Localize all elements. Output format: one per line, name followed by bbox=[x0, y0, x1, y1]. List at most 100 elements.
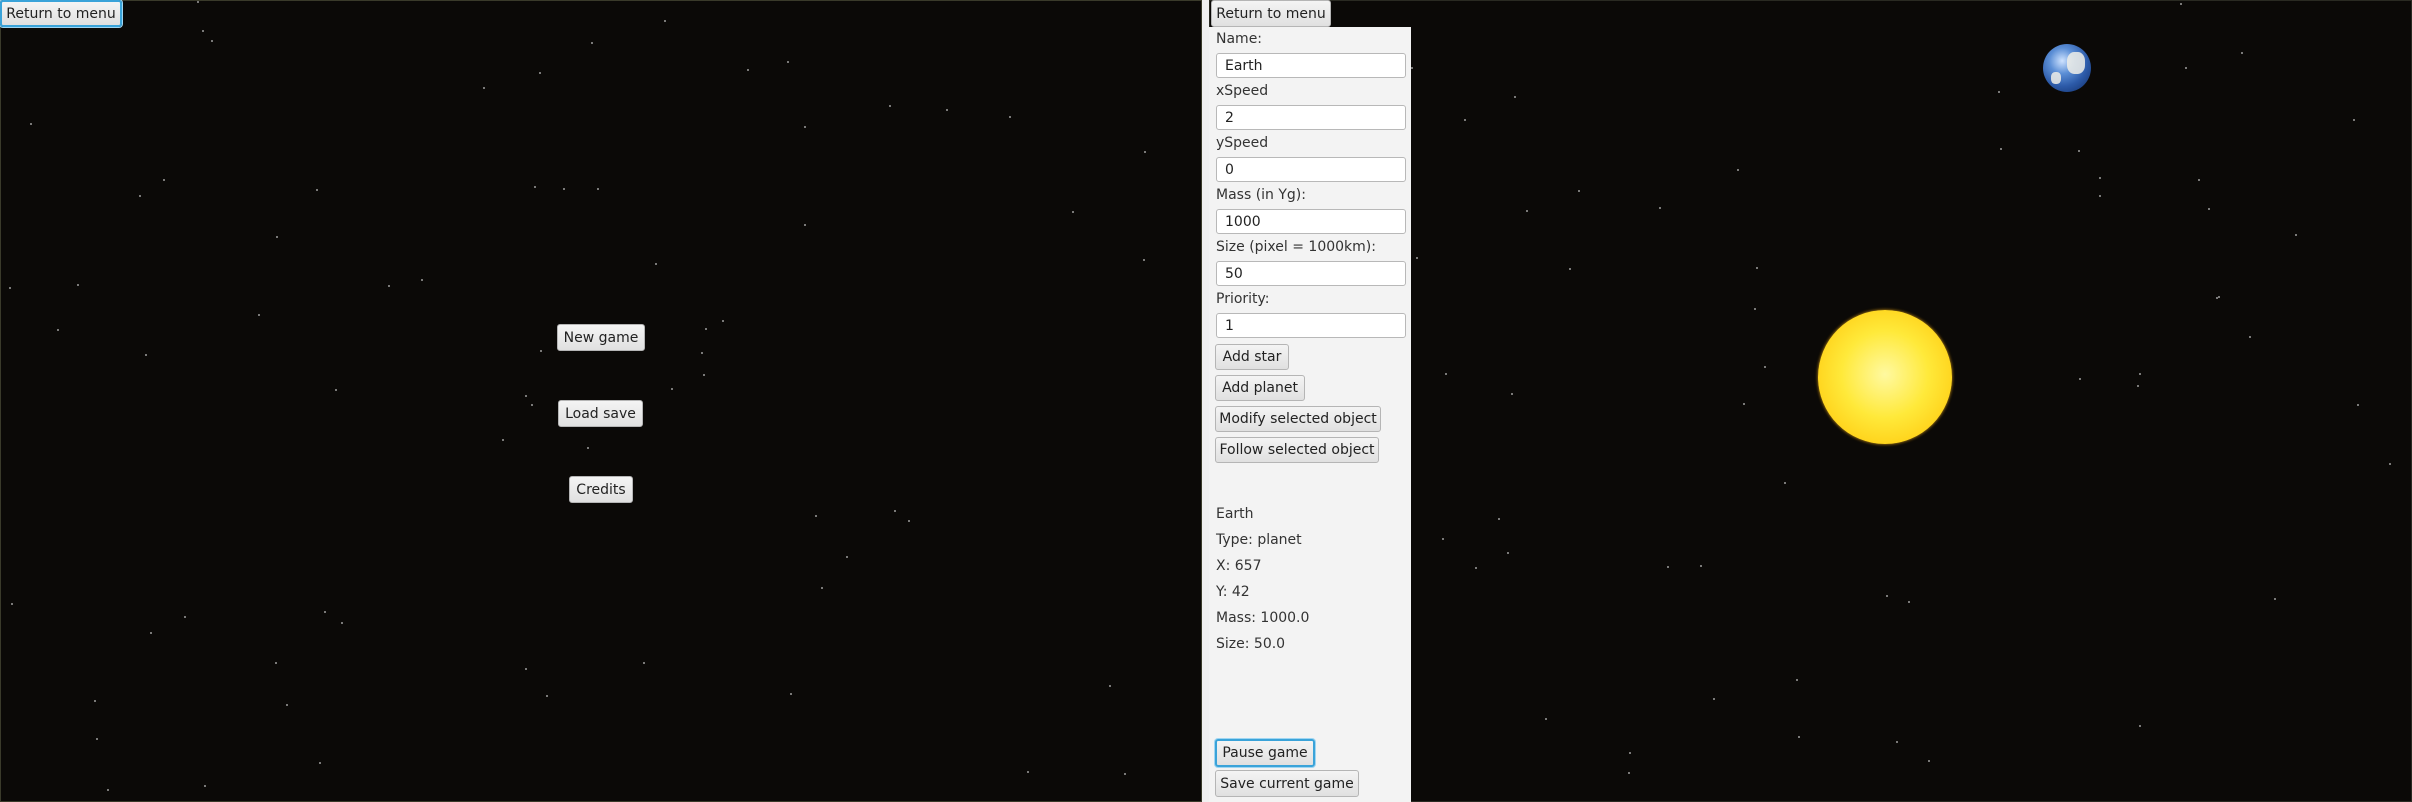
earth-land-icon bbox=[2067, 52, 2085, 74]
star bbox=[804, 224, 806, 226]
selected-object-x: X: 657 bbox=[1216, 558, 1262, 574]
star bbox=[388, 285, 390, 287]
star bbox=[1411, 67, 1413, 69]
star bbox=[502, 439, 504, 441]
earth-land-icon bbox=[2051, 72, 2061, 84]
star bbox=[2000, 148, 2002, 150]
star bbox=[1009, 116, 1011, 118]
star bbox=[1743, 403, 1745, 405]
star bbox=[96, 738, 98, 740]
star bbox=[2198, 179, 2200, 181]
star bbox=[2295, 234, 2297, 236]
size-label: Size (pixel = 1000km): bbox=[1216, 239, 1376, 255]
modify-selected-object-button[interactable]: Modify selected object bbox=[1215, 406, 1381, 432]
xspeed-field[interactable]: 2 bbox=[1216, 105, 1406, 130]
star bbox=[1754, 308, 1756, 310]
star bbox=[2185, 67, 2187, 69]
star bbox=[2078, 150, 2080, 152]
star bbox=[2099, 177, 2101, 179]
return-to-menu-button-right[interactable]: Return to menu bbox=[1211, 0, 1331, 27]
mass-label: Mass (in Yg): bbox=[1216, 187, 1306, 203]
star bbox=[655, 263, 657, 265]
pause-game-button[interactable]: Pause game bbox=[1215, 739, 1315, 767]
star bbox=[163, 179, 165, 181]
star bbox=[275, 662, 277, 664]
star bbox=[804, 126, 806, 128]
star bbox=[2241, 52, 2243, 54]
star bbox=[1475, 567, 1477, 569]
star bbox=[1445, 373, 1447, 375]
load-save-button[interactable]: Load save bbox=[558, 400, 643, 427]
star bbox=[1578, 190, 1580, 192]
star bbox=[787, 61, 789, 63]
star bbox=[1507, 552, 1509, 554]
sun-body[interactable] bbox=[1818, 310, 1952, 444]
star bbox=[30, 123, 32, 125]
star bbox=[1442, 538, 1444, 540]
mass-field[interactable]: 1000 bbox=[1216, 209, 1406, 234]
star bbox=[204, 785, 206, 787]
star bbox=[1526, 210, 1528, 212]
name-field[interactable]: Earth bbox=[1216, 53, 1406, 78]
star bbox=[316, 189, 318, 191]
star bbox=[211, 40, 213, 42]
earth-body[interactable] bbox=[2043, 44, 2091, 92]
star bbox=[821, 587, 823, 589]
new-game-button[interactable]: New game bbox=[557, 324, 645, 351]
star bbox=[11, 603, 13, 605]
size-field[interactable]: 50 bbox=[1216, 261, 1406, 286]
star bbox=[525, 395, 527, 397]
star bbox=[790, 693, 792, 695]
star bbox=[1498, 518, 1500, 520]
star bbox=[2274, 598, 2276, 600]
star bbox=[1143, 259, 1145, 261]
star bbox=[2389, 463, 2391, 465]
save-current-game-button[interactable]: Save current game bbox=[1215, 770, 1359, 797]
star bbox=[1928, 760, 1930, 762]
star bbox=[587, 447, 589, 449]
star bbox=[815, 515, 817, 517]
star bbox=[2139, 373, 2141, 375]
star bbox=[664, 20, 666, 22]
star bbox=[1416, 257, 1418, 259]
star bbox=[1569, 268, 1571, 270]
star bbox=[1908, 601, 1910, 603]
star bbox=[1659, 207, 1661, 209]
star bbox=[894, 510, 896, 512]
star bbox=[2353, 119, 2355, 121]
star bbox=[77, 284, 79, 286]
yspeed-field[interactable]: 0 bbox=[1216, 157, 1406, 182]
star bbox=[563, 188, 565, 190]
selected-object-name: Earth bbox=[1216, 506, 1254, 522]
star bbox=[2139, 725, 2141, 727]
star bbox=[258, 314, 260, 316]
star bbox=[846, 556, 848, 558]
star bbox=[671, 388, 673, 390]
star bbox=[341, 622, 343, 624]
star bbox=[2137, 385, 2139, 387]
star bbox=[701, 352, 703, 354]
star bbox=[57, 329, 59, 331]
credits-button[interactable]: Credits bbox=[569, 476, 633, 503]
star bbox=[1796, 679, 1798, 681]
priority-field[interactable]: 1 bbox=[1216, 313, 1406, 338]
star bbox=[1511, 393, 1513, 395]
star bbox=[9, 287, 11, 289]
star bbox=[2180, 3, 2182, 5]
add-planet-button[interactable]: Add planet bbox=[1215, 375, 1305, 401]
star bbox=[1667, 566, 1669, 568]
star bbox=[1756, 267, 1758, 269]
star bbox=[184, 616, 186, 618]
selected-object-mass: Mass: 1000.0 bbox=[1216, 610, 1310, 626]
star bbox=[276, 236, 278, 238]
add-star-button[interactable]: Add star bbox=[1215, 344, 1289, 370]
follow-selected-object-button[interactable]: Follow selected object bbox=[1215, 437, 1379, 463]
star bbox=[1700, 565, 1702, 567]
star bbox=[1629, 752, 1631, 754]
star bbox=[1713, 698, 1715, 700]
star bbox=[1072, 211, 1074, 213]
star bbox=[525, 668, 527, 670]
return-to-menu-button-left[interactable]: Return to menu bbox=[0, 0, 122, 27]
star bbox=[889, 105, 891, 107]
star bbox=[202, 30, 204, 32]
